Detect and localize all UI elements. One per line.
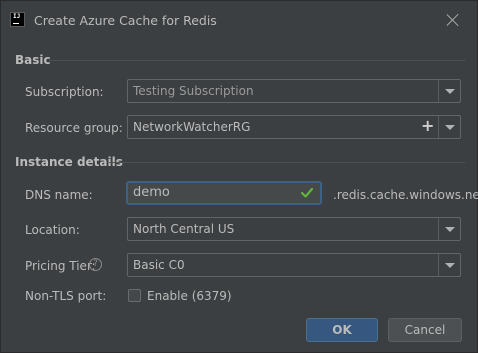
title-bar: IJ Create Azure Cache for Redis (1, 1, 477, 39)
chevron-down-icon (445, 125, 455, 130)
resource-group-value: NetworkWatcherRG (133, 120, 251, 134)
resource-group-label: Resource group: (25, 121, 123, 135)
location-label: Location: (25, 223, 80, 237)
plus-icon: + (421, 116, 435, 135)
pricing-tier-label: Pricing Tier: (25, 259, 96, 273)
add-resource-group-button[interactable]: + (416, 116, 438, 138)
pricing-tier-value: Basic C0 (133, 258, 185, 272)
non-tls-port-checkbox-label[interactable]: Enable (6379) (147, 289, 232, 303)
chevron-down-icon (445, 227, 455, 232)
non-tls-port-label: Non-TLS port: (25, 289, 107, 303)
location-value: North Central US (133, 222, 235, 236)
chevron-down-icon (445, 263, 455, 268)
subscription-value: Testing Subscription (133, 84, 254, 98)
checkmark-icon (300, 187, 314, 198)
help-icon[interactable]: ? (89, 258, 102, 271)
section-divider (109, 162, 465, 163)
dns-name-value: demo (133, 185, 170, 200)
pricing-tier-dropdown-button[interactable] (438, 254, 460, 276)
resource-group-dropdown[interactable]: NetworkWatcherRG + (127, 115, 461, 139)
dns-name-label: DNS name: (25, 188, 93, 202)
subscription-dropdown[interactable]: Testing Subscription (127, 79, 461, 103)
section-divider (49, 60, 465, 61)
pricing-tier-dropdown[interactable]: Basic C0 (127, 253, 461, 277)
non-tls-port-checkbox[interactable] (128, 289, 141, 302)
resource-group-dropdown-button[interactable] (438, 116, 460, 138)
ok-button[interactable]: OK (306, 318, 378, 342)
dns-name-suffix: .redis.cache.windows.net (333, 188, 478, 202)
chevron-down-icon (445, 89, 455, 94)
dns-name-input[interactable]: demo (126, 181, 322, 205)
location-dropdown[interactable]: North Central US (127, 217, 461, 241)
location-dropdown-button[interactable] (438, 218, 460, 240)
subscription-dropdown-button[interactable] (438, 80, 460, 102)
intellij-icon: IJ (10, 12, 25, 27)
close-icon[interactable] (445, 12, 461, 28)
section-title-instance-details: Instance details (15, 155, 123, 169)
section-title-basic: Basic (15, 53, 51, 67)
window-title: Create Azure Cache for Redis (34, 13, 217, 28)
cancel-button[interactable]: Cancel (388, 318, 462, 342)
subscription-label: Subscription: (25, 85, 104, 99)
create-redis-dialog: IJ Create Azure Cache for Redis Basic Su… (0, 0, 478, 353)
